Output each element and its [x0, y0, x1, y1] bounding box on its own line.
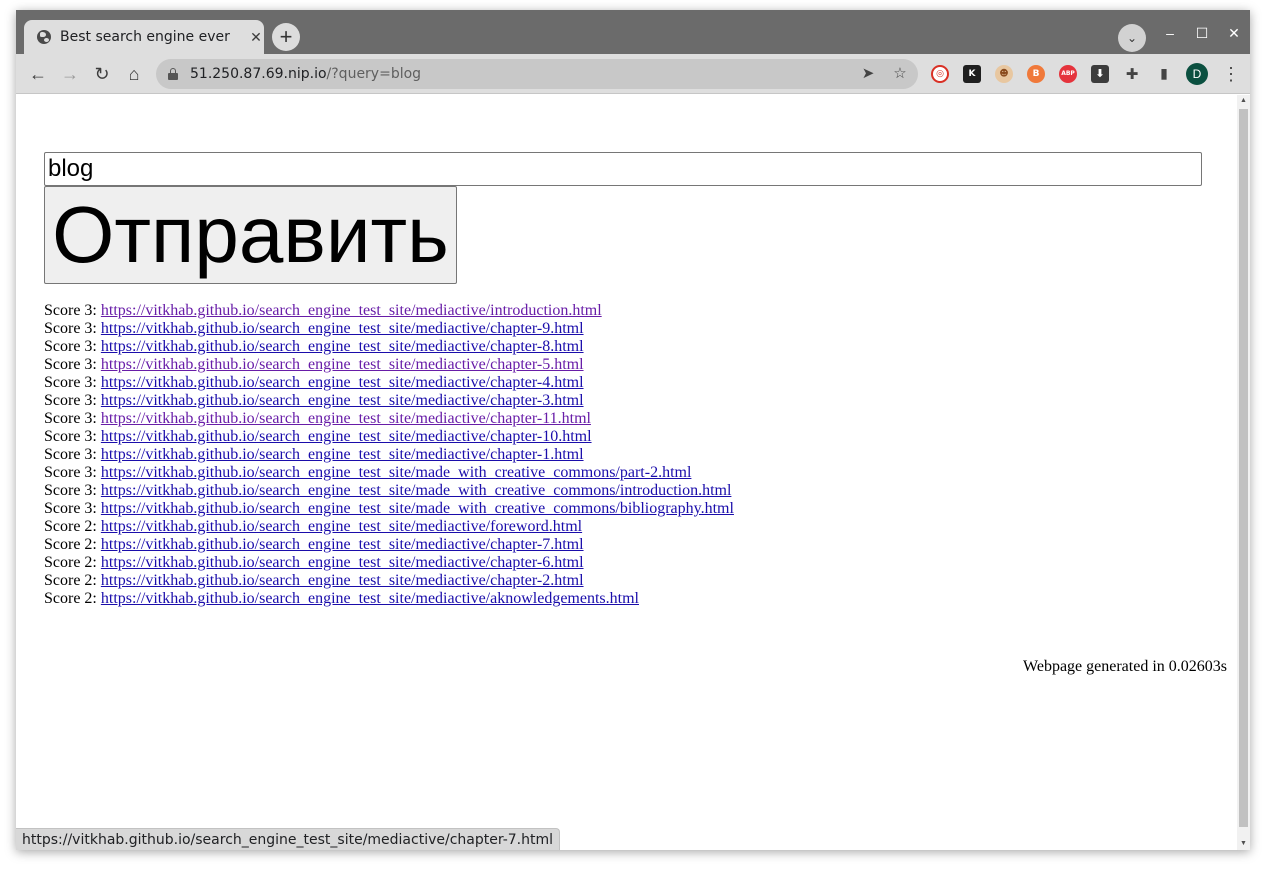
result-link[interactable]: https://vitkhab.github.io/search_engine_…: [101, 518, 582, 535]
result-link[interactable]: https://vitkhab.github.io/search_engine_…: [101, 302, 602, 319]
tab-search-button[interactable]: ⌄: [1118, 24, 1146, 52]
result-link[interactable]: https://vitkhab.github.io/search_engine_…: [101, 536, 584, 553]
result-row: Score 3: https://vitkhab.github.io/searc…: [44, 320, 734, 338]
result-link[interactable]: https://vitkhab.github.io/search_engine_…: [101, 446, 584, 463]
result-row: Score 3: https://vitkhab.github.io/searc…: [44, 338, 734, 356]
side-panel-icon[interactable]: ▮: [1155, 65, 1173, 83]
result-row: Score 3: https://vitkhab.github.io/searc…: [44, 410, 734, 428]
url-path: /?query=blog: [326, 66, 422, 82]
result-row: Score 3: https://vitkhab.github.io/searc…: [44, 464, 734, 482]
result-link[interactable]: https://vitkhab.github.io/search_engine_…: [101, 428, 592, 445]
result-score: Score 2:: [44, 536, 97, 553]
result-link[interactable]: https://vitkhab.github.io/search_engine_…: [101, 572, 584, 589]
result-score: Score 3:: [44, 338, 97, 355]
result-score: Score 2:: [44, 590, 97, 607]
send-icon[interactable]: ➤: [858, 64, 878, 84]
result-score: Score 3:: [44, 392, 97, 409]
ext-k-icon[interactable]: K: [963, 65, 981, 83]
minimize-button[interactable]: –: [1158, 23, 1182, 43]
results-list: Score 3: https://vitkhab.github.io/searc…: [44, 302, 734, 608]
close-tab-icon[interactable]: ✕: [248, 29, 264, 45]
tab-active[interactable]: Best search engine ever ✕: [24, 20, 264, 54]
result-link[interactable]: https://vitkhab.github.io/search_engine_…: [101, 320, 584, 337]
result-score: Score 2:: [44, 572, 97, 589]
url-text[interactable]: 51.250.87.69.nip.io/?query=blog: [190, 66, 421, 82]
ext-orange-b-icon[interactable]: B: [1027, 65, 1045, 83]
result-row: Score 3: https://vitkhab.github.io/searc…: [44, 446, 734, 464]
result-link[interactable]: https://vitkhab.github.io/search_engine_…: [101, 338, 584, 355]
star-icon[interactable]: ☆: [890, 64, 910, 84]
result-link[interactable]: https://vitkhab.github.io/search_engine_…: [101, 590, 639, 607]
result-score: Score 3:: [44, 500, 97, 517]
result-link[interactable]: https://vitkhab.github.io/search_engine_…: [101, 374, 584, 391]
result-row: Score 2: https://vitkhab.github.io/searc…: [44, 590, 734, 608]
status-bubble: https://vitkhab.github.io/search_engine_…: [16, 828, 561, 850]
result-score: Score 3:: [44, 356, 97, 373]
forward-button[interactable]: →: [58, 62, 82, 86]
result-link[interactable]: https://vitkhab.github.io/search_engine_…: [101, 410, 591, 427]
search-input[interactable]: [44, 152, 1202, 186]
url-host: 51.250.87.69.nip.io: [190, 66, 327, 82]
result-link[interactable]: https://vitkhab.github.io/search_engine_…: [101, 554, 584, 571]
result-row: Score 2: https://vitkhab.github.io/searc…: [44, 572, 734, 590]
ext-character-icon[interactable]: ☻: [995, 65, 1013, 83]
result-link[interactable]: https://vitkhab.github.io/search_engine_…: [101, 500, 734, 517]
result-score: Score 3:: [44, 428, 97, 445]
result-score: Score 3:: [44, 320, 97, 337]
maximize-button[interactable]: ☐: [1190, 23, 1214, 43]
result-link[interactable]: https://vitkhab.github.io/search_engine_…: [101, 356, 584, 373]
generation-time: Webpage generated in 0.02603s: [1023, 658, 1227, 675]
ext-abp-icon[interactable]: ABP: [1059, 65, 1077, 83]
tab-title: Best search engine ever: [60, 29, 230, 45]
lock-icon[interactable]: [168, 68, 178, 80]
result-row: Score 3: https://vitkhab.github.io/searc…: [44, 374, 734, 392]
result-score: Score 2:: [44, 554, 97, 571]
result-score: Score 2:: [44, 518, 97, 535]
submit-button[interactable]: Отправить: [44, 186, 457, 284]
page-viewport: Отправить Score 3: https://vitkhab.githu…: [16, 95, 1237, 850]
browser-toolbar: ← → ↻ ⌂ 51.250.87.69.nip.io/?query=blog …: [16, 54, 1250, 94]
reload-button[interactable]: ↻: [90, 62, 114, 86]
result-row: Score 3: https://vitkhab.github.io/searc…: [44, 482, 734, 500]
tab-strip: Best search engine ever ✕ + ⌄ – ☐ ✕: [16, 10, 1250, 54]
menu-icon[interactable]: ⋮: [1222, 63, 1240, 85]
result-score: Score 3:: [44, 410, 97, 427]
result-link[interactable]: https://vitkhab.github.io/search_engine_…: [101, 392, 584, 409]
profile-avatar[interactable]: D: [1186, 63, 1208, 85]
result-row: Score 3: https://vitkhab.github.io/searc…: [44, 356, 734, 374]
result-row: Score 2: https://vitkhab.github.io/searc…: [44, 536, 734, 554]
scrollbar[interactable]: ▲ ▼: [1237, 95, 1250, 850]
browser-window: Best search engine ever ✕ + ⌄ – ☐ ✕ ← → …: [16, 10, 1250, 850]
scroll-up-arrow-icon[interactable]: ▲: [1237, 95, 1250, 107]
back-button[interactable]: ←: [26, 62, 50, 86]
address-bar[interactable]: 51.250.87.69.nip.io/?query=blog ➤ ☆: [156, 59, 918, 89]
scroll-down-arrow-icon[interactable]: ▼: [1237, 838, 1250, 850]
result-row: Score 3: https://vitkhab.github.io/searc…: [44, 500, 734, 518]
close-window-button[interactable]: ✕: [1222, 23, 1246, 43]
result-row: Score 3: https://vitkhab.github.io/searc…: [44, 428, 734, 446]
globe-icon: [37, 30, 51, 44]
result-score: Score 3:: [44, 302, 97, 319]
result-link[interactable]: https://vitkhab.github.io/search_engine_…: [101, 464, 692, 481]
result-row: Score 3: https://vitkhab.github.io/searc…: [44, 392, 734, 410]
result-score: Score 3:: [44, 482, 97, 499]
new-tab-button[interactable]: +: [272, 23, 300, 51]
ext-red-circle-icon[interactable]: ◎: [931, 65, 949, 83]
result-score: Score 3:: [44, 446, 97, 463]
result-row: Score 2: https://vitkhab.github.io/searc…: [44, 518, 734, 536]
result-score: Score 3:: [44, 464, 97, 481]
result-row: Score 3: https://vitkhab.github.io/searc…: [44, 302, 734, 320]
ext-download-icon[interactable]: ⬇: [1091, 65, 1109, 83]
result-row: Score 2: https://vitkhab.github.io/searc…: [44, 554, 734, 572]
result-score: Score 3:: [44, 374, 97, 391]
home-button[interactable]: ⌂: [122, 62, 146, 86]
result-link[interactable]: https://vitkhab.github.io/search_engine_…: [101, 482, 732, 499]
puzzle-icon[interactable]: ✚: [1123, 65, 1141, 83]
scrollbar-thumb[interactable]: [1239, 109, 1248, 827]
